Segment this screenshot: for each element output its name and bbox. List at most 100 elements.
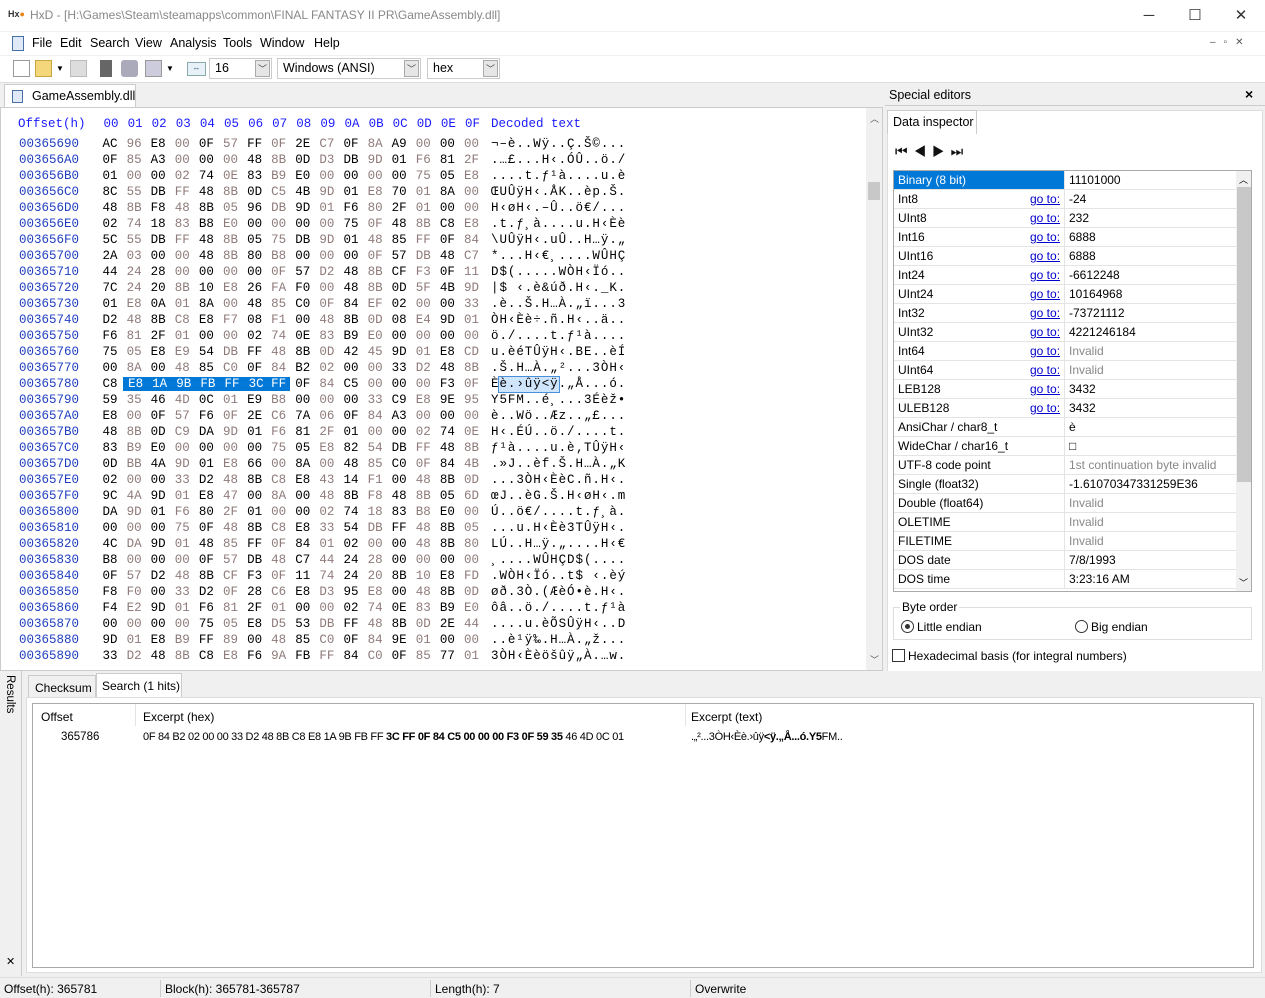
goto-link[interactable]: go to:: [1030, 287, 1060, 301]
hex-byte[interactable]: 53: [292, 617, 314, 631]
hex-row[interactable]: 00365720 7C 24 20 8B 10 E8 26 FA F0 00 48 8B 0D 5F 4B 9D…: [1, 281, 861, 297]
hex-byte[interactable]: 9E: [388, 633, 410, 647]
hex-row[interactable]: 00365840 0F 57 D2 48 8B CF F3 0F 11 74 24 20 8B 10 E8 FD…: [1, 569, 861, 585]
hex-byte[interactable]: 83: [99, 441, 121, 455]
decoded-text[interactable]: .è..Š.H…À.„ï...3: [491, 297, 626, 311]
hex-byte[interactable]: B9: [340, 329, 362, 343]
hex-byte[interactable]: E8: [220, 457, 242, 471]
hex-byte[interactable]: 18: [147, 217, 169, 231]
hex-byte[interactable]: 95: [340, 585, 362, 599]
hex-byte[interactable]: 00: [195, 153, 217, 167]
hex-byte[interactable]: 00: [292, 601, 314, 615]
hex-byte[interactable]: C9: [171, 425, 193, 439]
hex-byte[interactable]: 00: [195, 265, 217, 279]
hex-byte[interactable]: 44: [99, 265, 121, 279]
hex-byte[interactable]: 54: [364, 441, 386, 455]
hex-row[interactable]: 003657F0 9C 4A 9D 01 E8 47 00 8A 00 48 8B F8 48 8B 05 6D…: [1, 489, 861, 505]
hex-byte[interactable]: FF: [267, 377, 290, 391]
hex-byte[interactable]: 00: [412, 137, 434, 151]
hex-byte[interactable]: FF: [219, 377, 245, 391]
hex-byte[interactable]: 74: [340, 505, 362, 519]
hex-byte[interactable]: E9: [171, 345, 193, 359]
hex-byte[interactable]: B2: [292, 361, 314, 375]
hex-byte[interactable]: 8B: [388, 617, 410, 631]
hex-byte[interactable]: 84: [316, 377, 338, 391]
hex-byte[interactable]: 8B: [171, 281, 193, 295]
hex-byte[interactable]: E8: [364, 585, 386, 599]
hex-byte[interactable]: C7: [316, 137, 338, 151]
hex-byte[interactable]: F8: [364, 489, 386, 503]
hex-row[interactable]: 00365890 33 D2 48 8B C8 E8 F6 9A FB FF 84 C0 0F 85 77 01…: [1, 649, 861, 665]
menu-edit[interactable]: Edit: [60, 36, 82, 50]
hex-byte[interactable]: CD: [461, 345, 483, 359]
little-endian-label[interactable]: Little endian: [917, 620, 982, 634]
hex-row[interactable]: 003657D0 0D BB 4A 9D 01 E8 66 00 8A 00 48 85 C0 0F 84 4B…: [1, 457, 861, 473]
hex-byte[interactable]: FF: [244, 345, 266, 359]
inspector-row[interactable]: UInt32 go to: 4221246184: [894, 323, 1236, 342]
hex-byte[interactable]: 00: [171, 137, 193, 151]
hex-byte[interactable]: CF: [220, 569, 242, 583]
hex-byte[interactable]: 59: [99, 393, 121, 407]
hex-byte[interactable]: 14: [340, 473, 362, 487]
hex-byte[interactable]: 89: [220, 633, 242, 647]
hex-byte[interactable]: 02: [340, 601, 362, 615]
hex-byte[interactable]: 05: [461, 521, 483, 535]
hex-byte[interactable]: 48: [171, 569, 193, 583]
hex-byte[interactable]: 0F: [195, 137, 217, 151]
hex-byte[interactable]: 48: [99, 201, 121, 215]
hex-byte[interactable]: 8B: [436, 521, 458, 535]
inspector-row[interactable]: UInt16 go to: 6888: [894, 247, 1236, 266]
hex-byte[interactable]: 00: [244, 265, 266, 279]
inspector-row[interactable]: FILETIME Invalid: [894, 532, 1236, 551]
inspector-row[interactable]: UTF-8 code point 1st continuation byte in…: [894, 456, 1236, 475]
hex-byte[interactable]: 8B: [364, 281, 386, 295]
hex-byte[interactable]: FF: [244, 537, 266, 551]
hex-byte[interactable]: E8: [436, 569, 458, 583]
hex-byte[interactable]: 00: [147, 553, 169, 567]
hex-byte[interactable]: 46: [147, 393, 169, 407]
hex-byte[interactable]: 00: [123, 409, 145, 423]
goto-link[interactable]: go to:: [1030, 401, 1060, 415]
hex-byte[interactable]: 83: [388, 505, 410, 519]
inspector-value[interactable]: -24: [1069, 192, 1086, 206]
hex-byte[interactable]: 8B: [364, 265, 386, 279]
hex-byte[interactable]: B8: [99, 553, 121, 567]
open-disk-icon[interactable]: [121, 60, 138, 77]
hex-byte[interactable]: D2: [147, 569, 169, 583]
hex-byte[interactable]: F6: [195, 409, 217, 423]
hex-byte[interactable]: 8B: [195, 569, 217, 583]
inspector-value[interactable]: □: [1069, 439, 1076, 453]
hex-row[interactable]: 003657A0 E8 00 0F 57 F6 0F 2E C6 7A 06 0F 84 A3 00 00 00…: [1, 409, 861, 425]
hex-byte[interactable]: 00: [316, 601, 338, 615]
hex-byte[interactable]: 00: [436, 137, 458, 151]
hex-byte[interactable]: 00: [244, 633, 266, 647]
hex-byte[interactable]: 48: [388, 217, 410, 231]
hex-byte[interactable]: CF: [388, 265, 410, 279]
hex-byte[interactable]: FF: [412, 441, 434, 455]
hex-byte[interactable]: 00: [123, 169, 145, 183]
hex-byte[interactable]: 00: [436, 409, 458, 423]
hex-byte[interactable]: DB: [292, 233, 314, 247]
hex-byte[interactable]: DB: [220, 345, 242, 359]
results-close-button[interactable]: ✕: [6, 955, 15, 968]
status-mode[interactable]: Overwrite: [695, 982, 746, 996]
hex-byte[interactable]: 00: [147, 617, 169, 631]
hex-byte[interactable]: 8B: [123, 201, 145, 215]
hex-byte[interactable]: 48: [268, 633, 290, 647]
decoded-text[interactable]: D$(.....WÒH‹Ïó..: [491, 265, 626, 279]
hex-byte[interactable]: 00: [316, 217, 338, 231]
hex-byte[interactable]: 00: [316, 281, 338, 295]
hex-byte[interactable]: 00: [461, 201, 483, 215]
hex-byte[interactable]: C0: [316, 633, 338, 647]
hex-byte[interactable]: 96: [123, 137, 145, 151]
hex-byte[interactable]: 00: [99, 361, 121, 375]
hex-byte[interactable]: 28: [244, 585, 266, 599]
hex-byte[interactable]: C0: [388, 457, 410, 471]
hex-byte[interactable]: F6: [171, 505, 193, 519]
hex-byte[interactable]: E8: [292, 585, 314, 599]
hex-byte[interactable]: 48: [147, 649, 169, 663]
hex-byte[interactable]: 8B: [123, 425, 145, 439]
hex-byte[interactable]: 9D: [171, 457, 193, 471]
hex-byte[interactable]: 0F: [364, 217, 386, 231]
hex-byte[interactable]: 85: [123, 153, 145, 167]
